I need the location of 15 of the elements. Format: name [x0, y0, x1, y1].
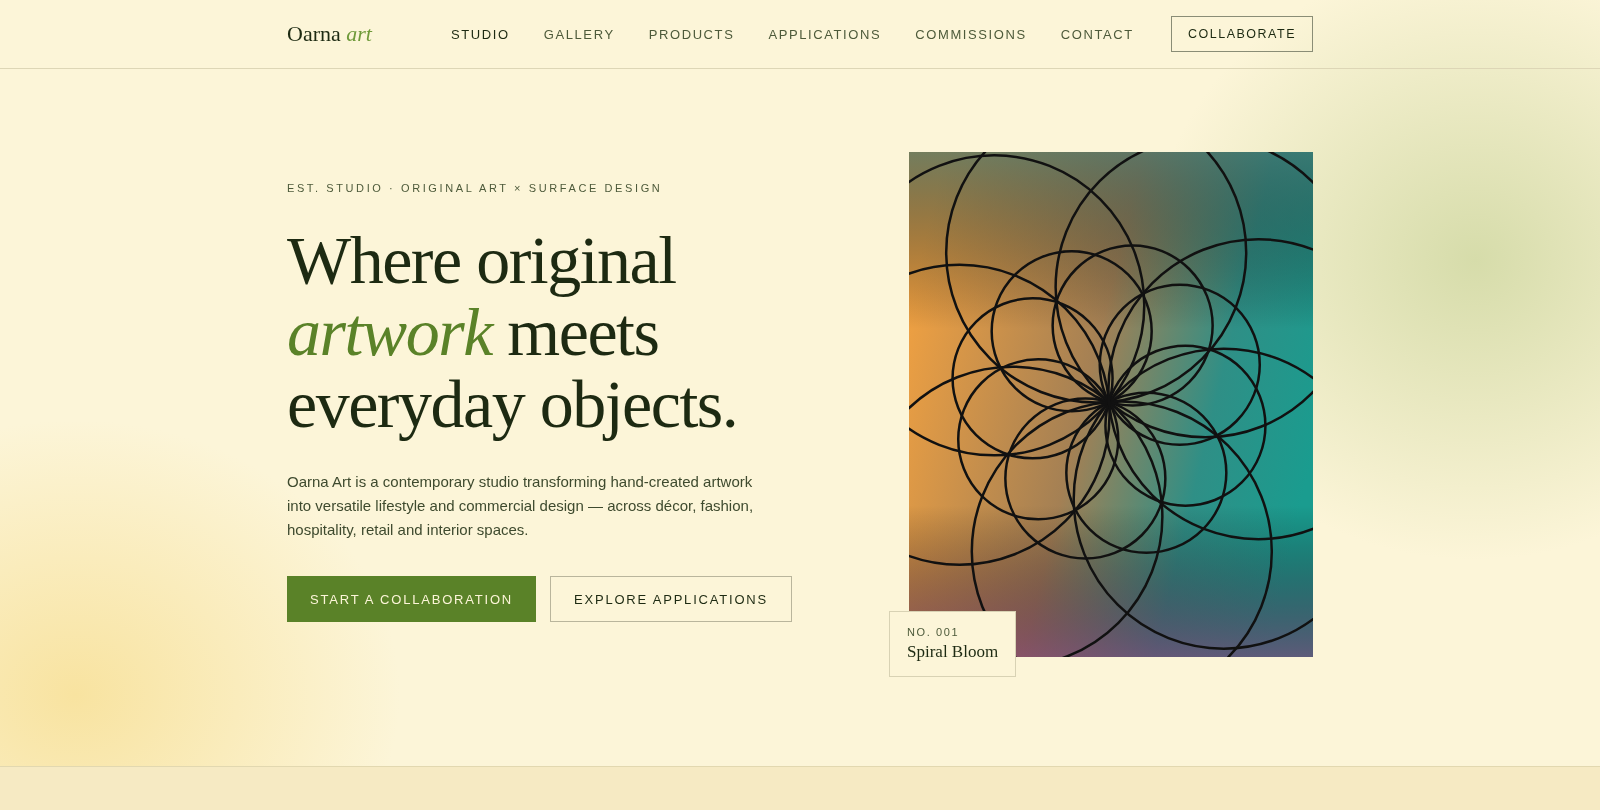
explore-applications-button[interactable]: EXPLORE APPLICATIONS: [550, 576, 792, 622]
collaborate-button[interactable]: COLLABORATE: [1171, 16, 1313, 52]
brand-logo[interactable]: Oarna art: [287, 21, 451, 47]
artwork-number: NO. 001: [907, 626, 961, 638]
nav-link[interactable]: COMMISSIONS: [915, 26, 1027, 42]
nav-link[interactable]: STUDIO: [451, 26, 510, 42]
eyebrow-text: EST. STUDIO · ORIGINAL ART × SURFACE DESIGN: [287, 182, 664, 194]
nav-link[interactable]: PRODUCTS: [648, 26, 735, 42]
hero-heading: Where original artwork meets everyday objects.: [287, 224, 739, 444]
nav-link[interactable]: GALLERY: [543, 26, 615, 42]
start-collaboration-button[interactable]: START A COLLABORATION: [287, 576, 536, 622]
nav-link[interactable]: CONTACT: [1060, 26, 1134, 42]
hero-description: Oarna Art is a contemporary studio transforming hand-created artwork into versatile lifestyle and commercial design — across décor, fashion, hospitality, retail and interior spaces.: [287, 472, 755, 540]
nav-link[interactable]: APPLICATIONS: [768, 26, 882, 42]
artwork-title: Spiral Bloom: [907, 642, 999, 662]
